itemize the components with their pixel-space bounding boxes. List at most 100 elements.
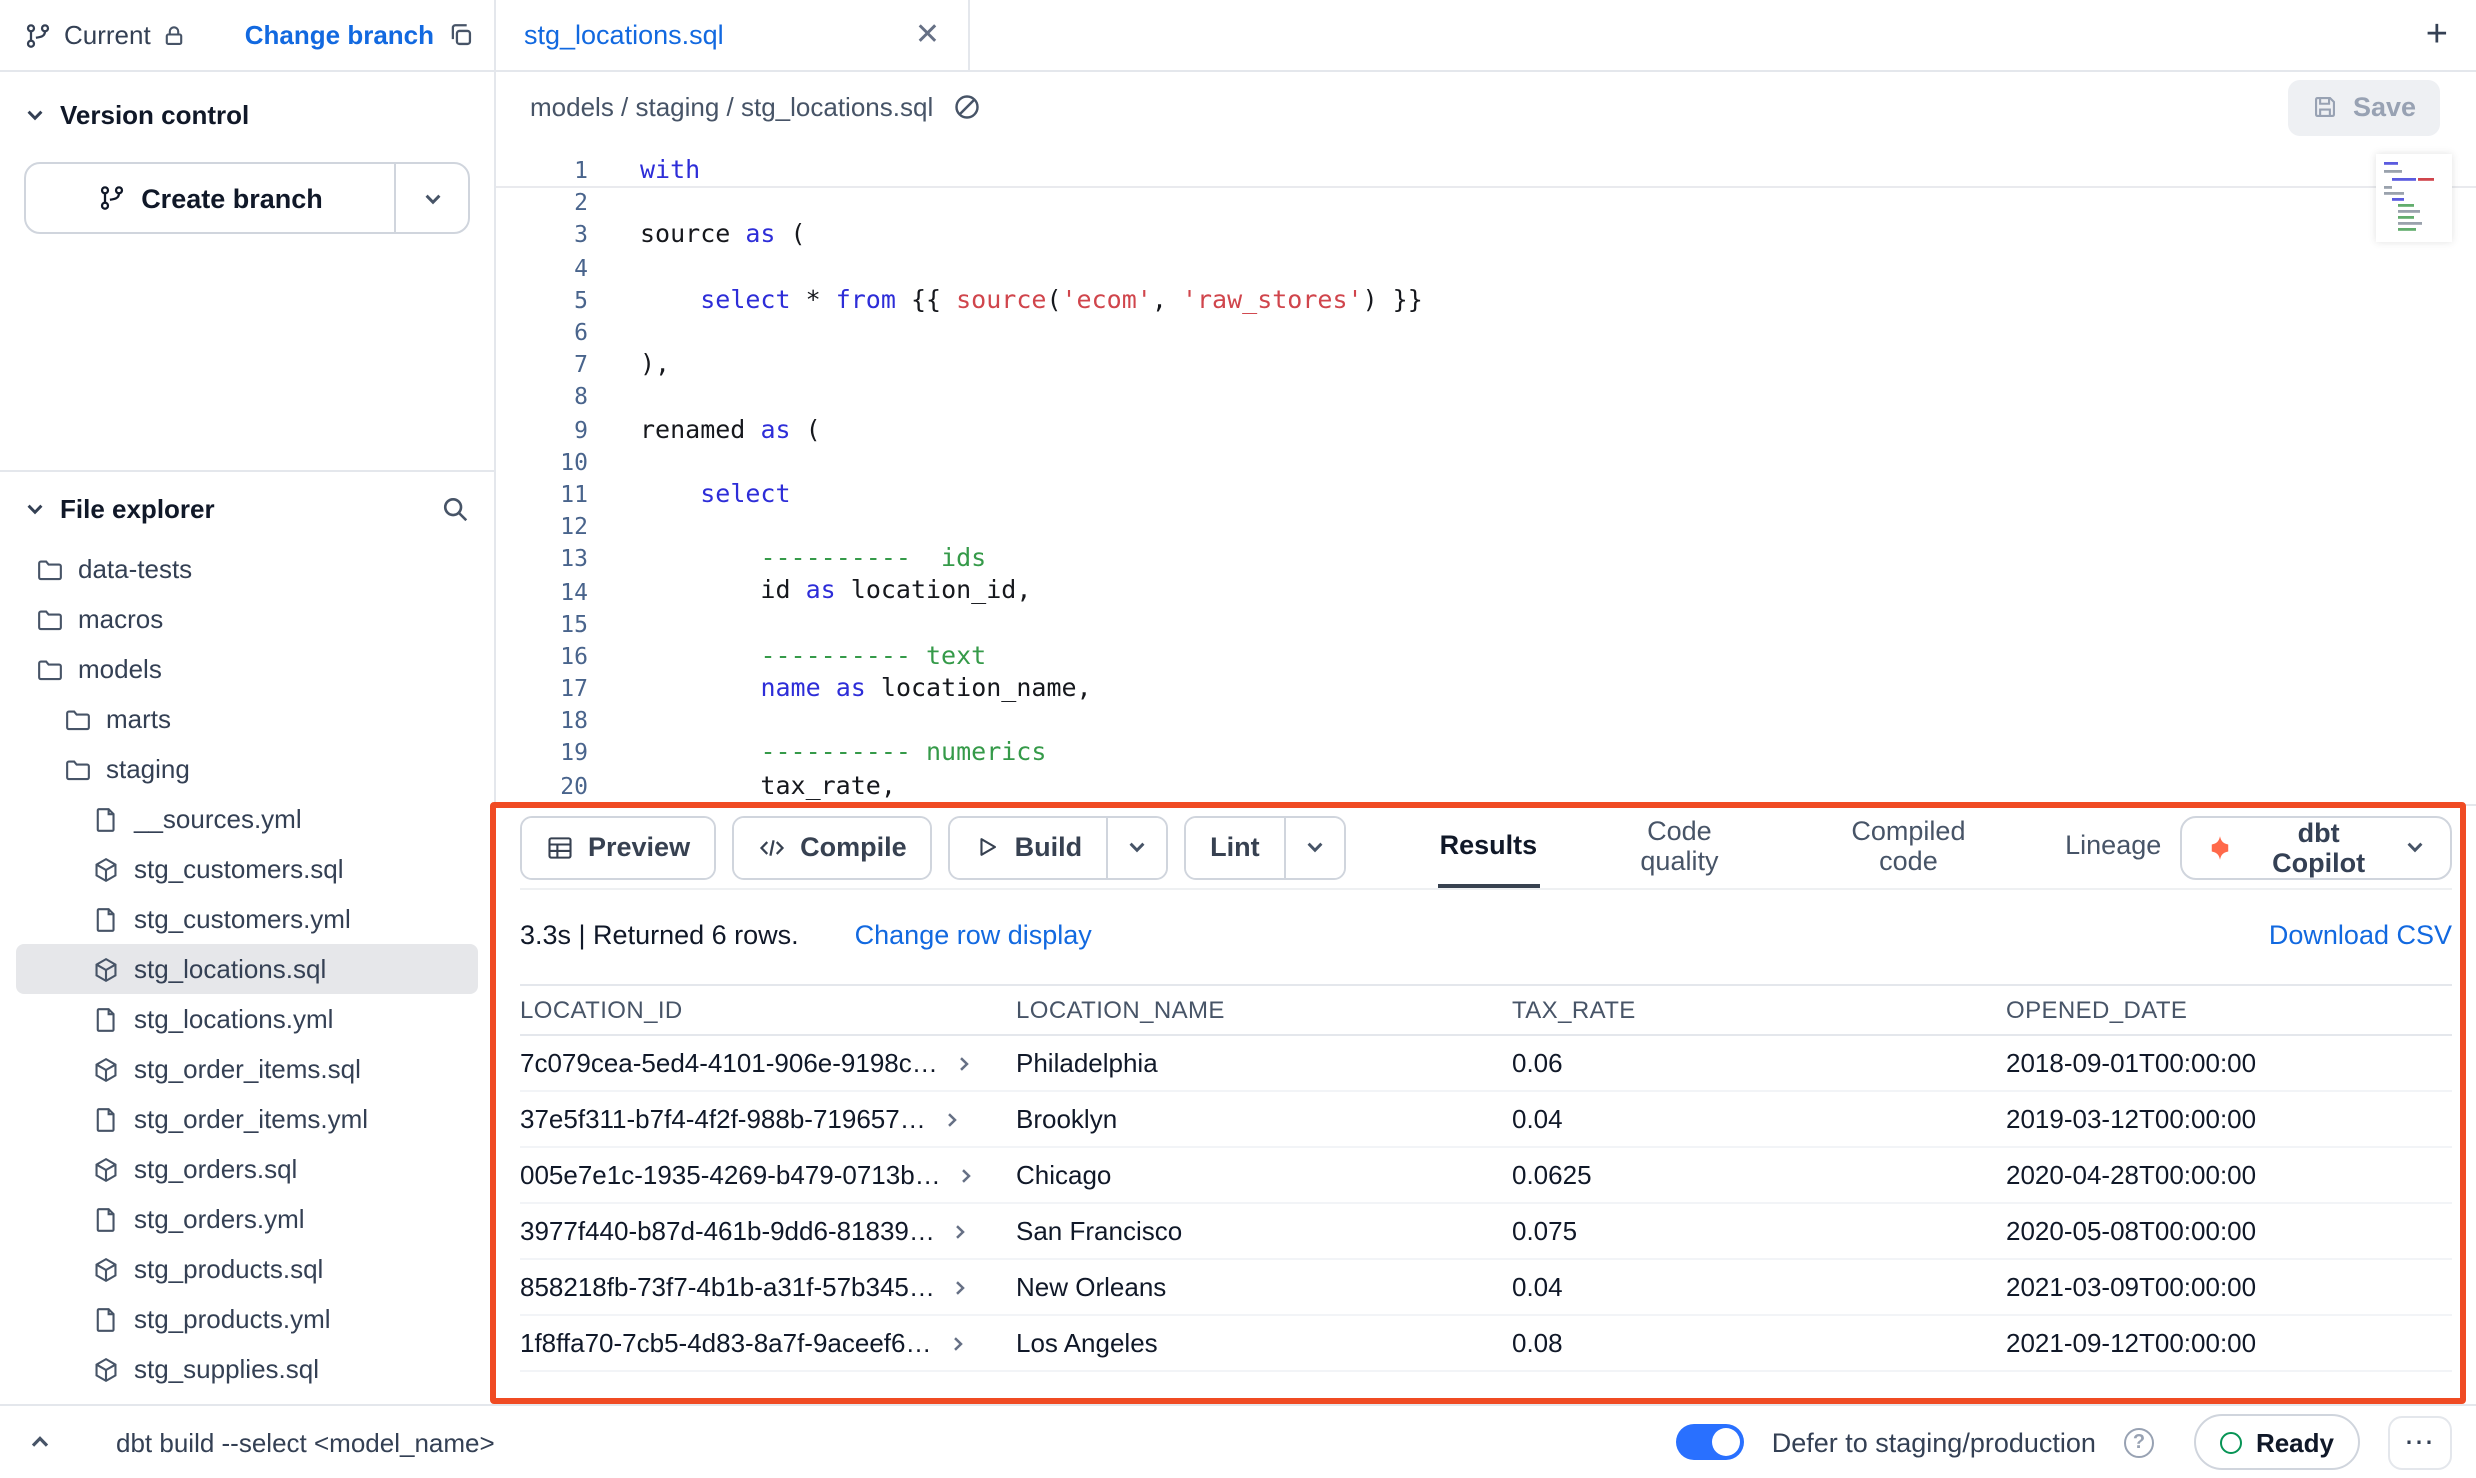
line-number: 17 (496, 674, 588, 702)
editor-minimap[interactable] (2376, 154, 2452, 242)
ready-status[interactable]: Ready (2194, 1414, 2360, 1470)
code-line-13[interactable]: 13 ---------- ids (496, 543, 2476, 575)
build-dropdown[interactable] (1106, 817, 1166, 877)
save-icon (2313, 94, 2339, 120)
panel-tab-compiled-code[interactable]: Compiled code (1820, 806, 1997, 888)
row-expand-icon[interactable] (957, 1165, 977, 1185)
code-line-3[interactable]: 3source as ( (496, 219, 2476, 251)
code-line-14[interactable]: 14 id as location_id, (496, 575, 2476, 607)
line-number: 8 (496, 383, 588, 411)
preview-button[interactable]: Preview (522, 817, 714, 877)
row-expand-icon[interactable] (951, 1221, 971, 1241)
file-tree-item-stg-locations-sql[interactable]: stg_locations.sql (16, 944, 478, 994)
lint-dropdown[interactable] (1284, 817, 1344, 877)
file-tree-item-stg-orders-sql[interactable]: stg_orders.sql (16, 1144, 478, 1194)
compile-button[interactable]: Compile (734, 817, 931, 877)
code-line-11[interactable]: 11 select (496, 478, 2476, 510)
lineage-icon[interactable] (951, 92, 981, 122)
file-tree-item-macros[interactable]: macros (16, 594, 478, 644)
file-tree-item-stg-order-items-sql[interactable]: stg_order_items.sql (16, 1044, 478, 1094)
file-tree-item-stg-orders-yml[interactable]: stg_orders.yml (16, 1194, 478, 1244)
code-line-6[interactable]: 6 (496, 316, 2476, 348)
current-branch[interactable]: Current (24, 20, 187, 50)
more-options-button[interactable]: ⋯ (2388, 1415, 2452, 1469)
file-tree-item-stg-locations-yml[interactable]: stg_locations.yml (16, 994, 478, 1044)
code-line-20[interactable]: 20 tax_rate, (496, 769, 2476, 801)
preview-button-group: Preview (520, 815, 716, 879)
table-cell: Brooklyn (1016, 1104, 1512, 1134)
code-line-1[interactable]: 1with (496, 154, 2476, 186)
change-branch-link[interactable]: Change branch (245, 20, 434, 50)
results-panel: Preview Compile Build Lint Results Code qual… (496, 804, 2476, 1404)
file-explorer-header[interactable]: File explorer (0, 472, 494, 544)
line-number: 16 (496, 642, 588, 670)
panel-tab-lineage[interactable]: Lineage (2063, 806, 2163, 888)
compile-button-group: Compile (732, 815, 933, 879)
create-branch-dropdown[interactable] (394, 164, 468, 232)
file-label: __sources.yml (134, 804, 302, 834)
code-line-4[interactable]: 4 (496, 251, 2476, 283)
code-line-12[interactable]: 12 (496, 510, 2476, 542)
code-editor[interactable]: 1with23source as (45 select * from {{ so… (496, 142, 2476, 804)
file-tree-item-stg-customers-yml[interactable]: stg_customers.yml (16, 894, 478, 944)
download-csv-link[interactable]: Download CSV (2269, 919, 2452, 949)
version-control-header[interactable]: Version control (24, 94, 470, 134)
row-expand-icon[interactable] (948, 1333, 968, 1353)
tab-stg-locations-sql[interactable]: stg_locations.sql ✕ (496, 0, 970, 70)
file-label: stg_orders.sql (134, 1154, 297, 1184)
code-line-2[interactable]: 2 (496, 186, 2476, 218)
create-branch-button[interactable]: Create branch (26, 164, 394, 232)
results-table: LOCATION_IDLOCATION_NAMETAX_RATEOPENED_D… (520, 984, 2452, 1404)
code-line-10[interactable]: 10 (496, 445, 2476, 477)
column-header-location_name: LOCATION_NAME (1016, 996, 1512, 1024)
code-line-17[interactable]: 17 name as location_name, (496, 672, 2476, 704)
breadcrumb: models / staging / stg_locations.sql (530, 92, 933, 122)
file-tree-item-stg-customers-sql[interactable]: stg_customers.sql (16, 844, 478, 894)
new-tab-button[interactable]: + (2426, 0, 2448, 70)
code-line-9[interactable]: 9renamed as ( (496, 413, 2476, 445)
file-tree-item--sources-yml[interactable]: __sources.yml (16, 794, 478, 844)
code-line-19[interactable]: 19 ---------- numerics (496, 737, 2476, 769)
folder-icon (36, 605, 64, 633)
file-label: stg_supplies.sql (134, 1354, 319, 1384)
code-line-5[interactable]: 5 select * from {{ source('ecom', 'raw_s… (496, 284, 2476, 316)
code-line-18[interactable]: 18 (496, 704, 2476, 736)
file-tree-item-stg-products-yml[interactable]: stg_products.yml (16, 1294, 478, 1344)
panel-tab-code-quality[interactable]: Code quality (1605, 806, 1754, 888)
search-icon[interactable] (440, 493, 470, 523)
row-expand-icon[interactable] (954, 1053, 974, 1073)
code-line-8[interactable]: 8 (496, 381, 2476, 413)
row-expand-icon[interactable] (951, 1277, 971, 1297)
copy-icon[interactable] (448, 22, 474, 48)
panel-tab-results[interactable]: Results (1438, 806, 1540, 888)
tab-close-icon[interactable]: ✕ (915, 20, 940, 50)
table-cell: 2019-03-12T00:00:00 (2006, 1104, 2452, 1134)
file-tree-item-data-tests[interactable]: data-tests (16, 544, 478, 594)
chevron-down-icon (24, 103, 46, 125)
build-button[interactable]: Build (951, 817, 1107, 877)
defer-toggle[interactable] (1676, 1424, 1744, 1460)
code-line-16[interactable]: 16 ---------- text (496, 640, 2476, 672)
preview-label: Preview (588, 832, 690, 862)
chevron-up-icon[interactable] (28, 1430, 52, 1454)
file-tree-item-marts[interactable]: marts (16, 694, 478, 744)
lint-button[interactable]: Lint (1186, 817, 1284, 877)
save-button[interactable]: Save (2289, 79, 2440, 135)
row-expand-icon[interactable] (942, 1109, 962, 1129)
file-tree-item-stg-order-items-yml[interactable]: stg_order_items.yml (16, 1094, 478, 1144)
code-line-7[interactable]: 7), (496, 348, 2476, 380)
file-tree-item-stg-products-sql[interactable]: stg_products.sql (16, 1244, 478, 1294)
change-row-display-link[interactable]: Change row display (855, 919, 1092, 949)
column-header-location_id: LOCATION_ID (520, 996, 1016, 1024)
command-input[interactable]: dbt build --select <model_name> (116, 1427, 495, 1457)
table-cell: 2021-09-12T00:00:00 (2006, 1328, 2452, 1358)
help-icon[interactable]: ? (2124, 1427, 2154, 1457)
file-tree-item-stg-supplies-sql[interactable]: stg_supplies.sql (16, 1344, 478, 1394)
file-tree-item-models[interactable]: models (16, 644, 478, 694)
table-row: 858218fb-73f7-4b1b-a31f-57b345…New Orlea… (520, 1260, 2452, 1316)
dbt-copilot-button[interactable]: dbt Copilot (2179, 815, 2452, 879)
file-tree-item-staging[interactable]: staging (16, 744, 478, 794)
line-number: 15 (496, 609, 588, 637)
chevron-down-icon (2404, 836, 2426, 858)
code-line-15[interactable]: 15 (496, 607, 2476, 639)
